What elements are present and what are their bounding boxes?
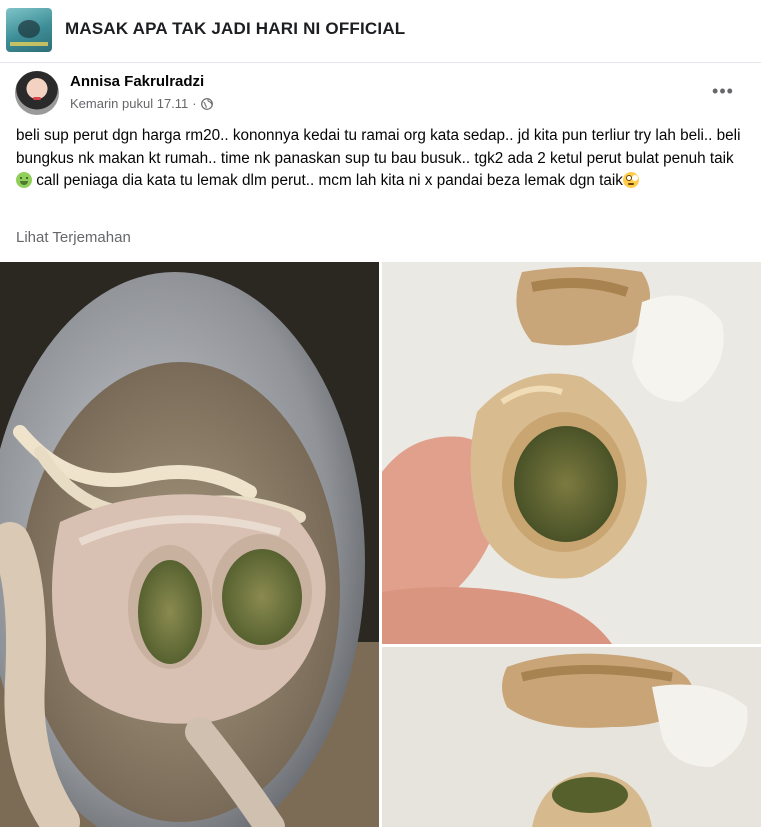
meta-separator: · [192, 96, 197, 111]
group-title[interactable]: MASAK APA TAK JADI HARI NI OFFICIAL [65, 19, 405, 39]
photo-tripe-held-by-finger[interactable] [382, 262, 761, 644]
eye-roll-face-emoji-icon [622, 172, 639, 188]
globe-icon[interactable] [200, 97, 213, 110]
photo-tripe-on-plate[interactable] [382, 647, 761, 827]
photo-tripe-soup-ladle[interactable] [0, 262, 379, 827]
post-meta: Kemarin pukul 17.11 · [70, 96, 213, 111]
post-text-part1: beli sup perut dgn harga rm20.. kononnya… [16, 127, 741, 167]
post-text-part2: call peniaga dia kata tu lemak dlm perut… [32, 172, 623, 189]
author-avatar[interactable] [15, 71, 59, 115]
nauseated-face-emoji-icon [16, 172, 32, 188]
group-header: MASAK APA TAK JADI HARI NI OFFICIAL [0, 0, 761, 63]
post-body: beli sup perut dgn harga rm20.. kononnya… [16, 125, 751, 193]
group-avatar[interactable] [6, 8, 52, 52]
author-name[interactable]: Annisa Fakrulradzi [70, 73, 204, 90]
see-translation-link[interactable]: Lihat Terjemahan [16, 229, 131, 246]
post-timestamp[interactable]: Kemarin pukul 17.11 [70, 96, 188, 111]
post-header: Annisa Fakrulradzi Kemarin pukul 17.11 ·… [0, 63, 761, 123]
more-options-icon[interactable]: ••• [707, 77, 739, 105]
photo-grid [0, 262, 761, 827]
post-text: beli sup perut dgn harga rm20.. kononnya… [16, 125, 751, 193]
